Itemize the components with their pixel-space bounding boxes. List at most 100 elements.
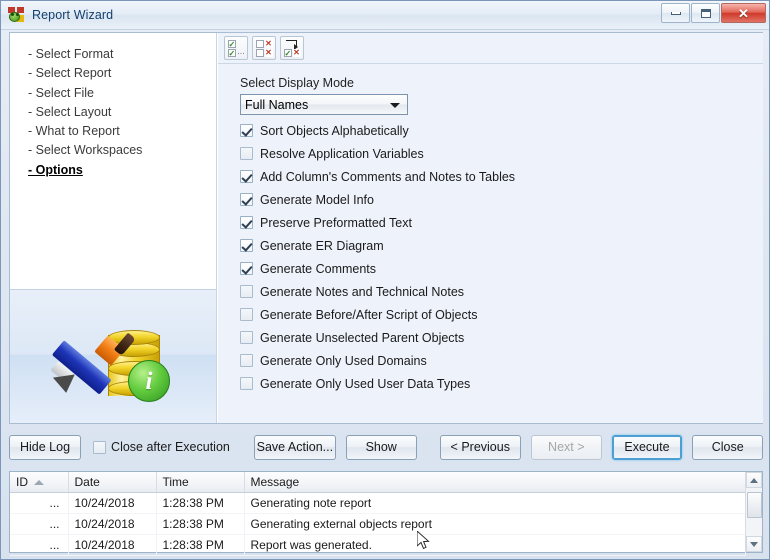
sidebar-item-select-report[interactable]: - Select Report bbox=[26, 64, 216, 83]
close-button[interactable]: ✕ bbox=[721, 3, 766, 23]
checkbox-generate-only-used-user-data-types[interactable]: Generate Only Used User Data Types bbox=[240, 373, 763, 394]
checkbox-box[interactable] bbox=[240, 170, 253, 183]
save-action-button[interactable]: Save Action... bbox=[253, 434, 336, 460]
log-cell-time: 1:28:38 PM bbox=[156, 513, 245, 535]
checkbox-box[interactable] bbox=[240, 377, 253, 390]
invert-selection-button[interactable]: ✓ ✕ bbox=[280, 36, 304, 60]
log-cell-message: Generating external objects report bbox=[244, 513, 746, 535]
checkbox-resolve-application-variables[interactable]: Resolve Application Variables bbox=[240, 143, 763, 164]
maximize-icon bbox=[700, 8, 711, 18]
checkbox-generate-before-after-script-of-objects[interactable]: Generate Before/After Script of Objects bbox=[240, 304, 763, 325]
checkbox-label: Generate Notes and Technical Notes bbox=[260, 284, 465, 299]
minimize-icon bbox=[670, 11, 681, 15]
wizard-illustration: i bbox=[10, 289, 216, 423]
checkbox-label: Sort Objects Alphabetically bbox=[260, 123, 409, 138]
table-row[interactable]: ... 10/24/2018 1:28:38 PM Report was gen… bbox=[10, 534, 746, 556]
checkbox-label: Generate Unselected Parent Objects bbox=[260, 330, 465, 345]
checkbox-generate-only-used-domains[interactable]: Generate Only Used Domains bbox=[240, 350, 763, 371]
sidebar-item-select-format[interactable]: - Select Format bbox=[26, 45, 216, 64]
execute-button[interactable]: Execute bbox=[611, 434, 683, 460]
log-cell-id: ... bbox=[10, 492, 69, 514]
step-label: - Select Layout bbox=[28, 104, 112, 119]
close-wizard-button[interactable]: Close bbox=[692, 434, 764, 460]
log-cell-id: ... bbox=[10, 513, 69, 535]
checkbox-preserve-preformatted-text[interactable]: Preserve Preformatted Text bbox=[240, 212, 763, 233]
uncheck-all-button[interactable]: ✕ ✕ bbox=[252, 36, 276, 60]
checkbox-generate-notes-and-technical-notes[interactable]: Generate Notes and Technical Notes bbox=[240, 281, 763, 302]
table-row[interactable]: ... 10/24/2018 1:28:38 PM Generating ext… bbox=[10, 513, 746, 535]
checkbox-box[interactable] bbox=[240, 308, 253, 321]
scroll-up-button[interactable] bbox=[746, 472, 762, 488]
step-label: - Select Workspaces bbox=[28, 143, 143, 158]
maximize-button[interactable] bbox=[691, 3, 720, 23]
column-label: Message bbox=[250, 474, 300, 489]
invert-selection-icon: ✓ ✕ bbox=[283, 39, 301, 57]
checkbox-box[interactable] bbox=[240, 147, 253, 160]
options-toolbar: ✓ ✓ … ✕ ✕ ✓ ✕ bbox=[218, 33, 763, 64]
close-after-execution-label: Close after Execution bbox=[111, 440, 230, 454]
checkbox-box[interactable] bbox=[240, 354, 253, 367]
sidebar-item-what-to-report[interactable]: - What to Report bbox=[26, 122, 216, 141]
scrollbar-track[interactable] bbox=[747, 518, 762, 536]
checkbox-box[interactable] bbox=[240, 193, 253, 206]
previous-button[interactable]: < Previous bbox=[439, 434, 521, 460]
checkbox-generate-comments[interactable]: Generate Comments bbox=[240, 258, 763, 279]
step-label: - Select Report bbox=[28, 66, 112, 81]
hide-log-button[interactable]: Hide Log bbox=[9, 434, 82, 460]
minimize-button[interactable] bbox=[661, 3, 690, 23]
display-mode-label: Select Display Mode bbox=[240, 76, 354, 90]
wizard-step-list: - Select Format - Select Report - Select… bbox=[10, 33, 216, 180]
sidebar-item-select-workspaces[interactable]: - Select Workspaces bbox=[26, 141, 216, 160]
checkbox-label: Generate Comments bbox=[260, 261, 377, 276]
log-cell-id: ... bbox=[10, 534, 69, 556]
check-all-icon: ✓ ✓ … bbox=[227, 39, 246, 58]
step-label: - Select Format bbox=[28, 47, 114, 61]
step-label: - Options bbox=[28, 162, 83, 177]
checkbox-label: Generate Before/After Script of Objects bbox=[260, 307, 478, 322]
next-button: Next > bbox=[530, 434, 602, 460]
step-label: - Select File bbox=[28, 85, 94, 100]
show-button[interactable]: Show bbox=[345, 434, 417, 460]
check-all-button[interactable]: ✓ ✓ … bbox=[224, 36, 248, 60]
checkbox-box[interactable] bbox=[93, 440, 107, 454]
checkbox-box[interactable] bbox=[240, 262, 253, 275]
chevron-up-icon bbox=[750, 477, 758, 483]
sidebar-item-options[interactable]: - Options bbox=[26, 161, 216, 180]
scroll-down-button[interactable] bbox=[746, 536, 762, 552]
sidebar-item-select-file[interactable]: - Select File bbox=[26, 84, 216, 103]
sort-ascending-icon bbox=[34, 480, 44, 486]
chevron-down-icon bbox=[750, 541, 758, 547]
checkbox-box[interactable] bbox=[240, 331, 253, 344]
scrollbar-thumb[interactable] bbox=[746, 492, 762, 518]
log-table-header-row: ID Date Time Message bbox=[10, 472, 746, 493]
checkbox-generate-er-diagram[interactable]: Generate ER Diagram bbox=[240, 235, 763, 256]
chevron-down-icon bbox=[390, 103, 400, 108]
checkbox-add-columns-comments-and-notes-to-tables[interactable]: Add Column's Comments and Notes to Table… bbox=[240, 166, 763, 187]
wizard-button-bar: Hide Log Close after Execution Save Acti… bbox=[9, 429, 764, 465]
close-after-execution-checkbox[interactable]: Close after Execution bbox=[93, 440, 230, 454]
column-label: Date bbox=[74, 474, 100, 489]
log-column-header-time[interactable]: Time bbox=[156, 472, 245, 493]
sidebar-item-select-layout[interactable]: - Select Layout bbox=[26, 103, 216, 122]
checkbox-box[interactable] bbox=[240, 239, 253, 252]
checkbox-generate-unselected-parent-objects[interactable]: Generate Unselected Parent Objects bbox=[240, 327, 763, 348]
display-mode-select[interactable]: Full Names bbox=[240, 94, 408, 115]
log-vertical-scrollbar[interactable] bbox=[745, 472, 762, 552]
table-row[interactable]: ... 10/24/2018 1:28:38 PM Generating not… bbox=[10, 492, 746, 514]
log-column-header-date[interactable]: Date bbox=[68, 472, 157, 493]
log-column-header-message[interactable]: Message bbox=[244, 472, 746, 493]
log-cell-message: Generating note report bbox=[244, 492, 746, 514]
log-cell-time: 1:28:38 PM bbox=[156, 492, 245, 514]
options-panel: ✓ ✓ … ✕ ✕ ✓ ✕ Select Display Mode Full N… bbox=[218, 33, 763, 423]
checkbox-label: Preserve Preformatted Text bbox=[260, 215, 412, 230]
checkbox-label: Generate Only Used Domains bbox=[260, 353, 427, 368]
checkbox-box[interactable] bbox=[240, 216, 253, 229]
log-column-header-id[interactable]: ID bbox=[10, 472, 69, 493]
checkbox-box[interactable] bbox=[240, 285, 253, 298]
checkbox-sort-objects-alphabetically[interactable]: Sort Objects Alphabetically bbox=[240, 120, 763, 141]
log-table: ID Date Time Message ... 10/24/2018 1:28… bbox=[10, 472, 746, 556]
display-mode-value: Full Names bbox=[245, 97, 309, 112]
checkbox-box[interactable] bbox=[240, 124, 253, 137]
pencil-tip bbox=[52, 374, 78, 395]
checkbox-generate-model-info[interactable]: Generate Model Info bbox=[240, 189, 763, 210]
